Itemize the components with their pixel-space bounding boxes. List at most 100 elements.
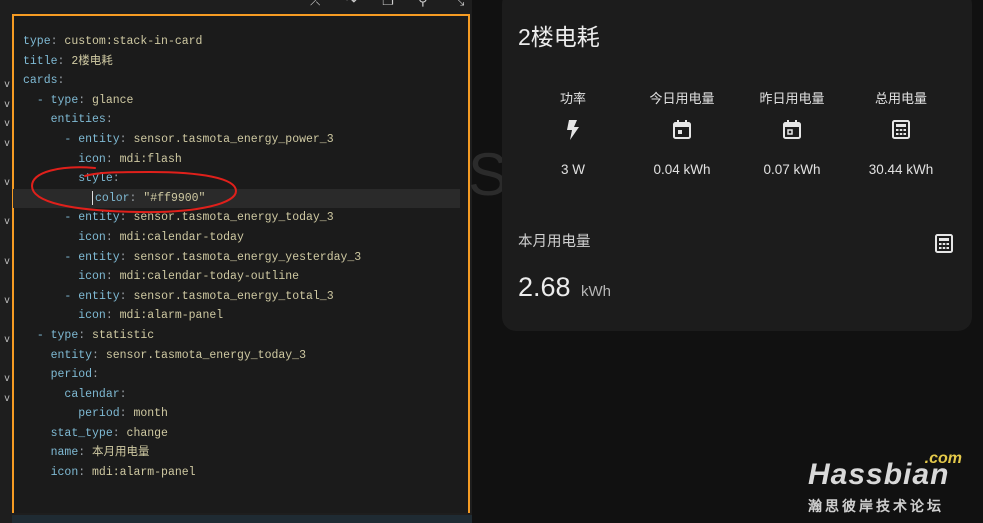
code-line[interactable]: name: 本月用电量 bbox=[23, 443, 460, 463]
statistic-unit: kWh bbox=[581, 283, 612, 300]
code-line[interactable]: type: custom:stack-in-card bbox=[23, 32, 460, 52]
code-line[interactable]: - entity: sensor.tasmota_energy_yesterda… bbox=[23, 248, 460, 268]
code-line[interactable]: icon: mdi:calendar-today-outline bbox=[23, 267, 460, 287]
fold-chevron-icon[interactable]: v bbox=[4, 334, 10, 345]
yaml-key: period bbox=[78, 407, 120, 421]
glance-item-total[interactable]: 总用电量 30.44 kWh bbox=[846, 88, 956, 177]
fold-chevron-icon[interactable]: v bbox=[4, 373, 10, 384]
fold-chevron-icon[interactable]: v bbox=[4, 295, 10, 306]
yaml-value: statistic bbox=[92, 328, 155, 342]
code-line[interactable]: icon: mdi:alarm-panel bbox=[23, 306, 460, 326]
yaml-value: month bbox=[133, 407, 168, 421]
yaml-value: 2楼电耗 bbox=[71, 54, 113, 68]
calendar-today-icon bbox=[627, 120, 737, 142]
yaml-key: name bbox=[50, 446, 79, 460]
code-line[interactable]: period: bbox=[23, 365, 460, 385]
watermark-brand: Hassbian bbox=[808, 458, 950, 491]
code-line[interactable]: color: "#ff9900" bbox=[13, 188, 460, 209]
fold-chevron-icon[interactable]: v bbox=[4, 256, 10, 267]
statistic-name: 本月用电量 bbox=[518, 234, 591, 250]
code-line[interactable]: icon: mdi:flash bbox=[23, 150, 460, 170]
yaml-value: sensor.tasmota_energy_power_3 bbox=[133, 132, 334, 146]
yaml-key: icon bbox=[78, 230, 106, 244]
collapse-icon[interactable]: ⤡ bbox=[454, 0, 468, 10]
fold-chevron-icon[interactable]: v bbox=[4, 216, 10, 227]
glance-label: 总用电量 bbox=[874, 91, 927, 106]
card-title: 2楼电耗 bbox=[518, 24, 600, 50]
yaml-value: sensor.tasmota_energy_today_3 bbox=[105, 348, 306, 362]
fold-chevron-icon[interactable]: v bbox=[4, 118, 10, 129]
glance-label: 今日用电量 bbox=[649, 91, 715, 106]
yaml-value: sensor.tasmota_energy_total_3 bbox=[133, 289, 334, 303]
fold-chevron-icon[interactable]: v bbox=[4, 393, 10, 404]
alarm-panel-icon bbox=[846, 120, 956, 142]
glance-value: 0.07 kWh bbox=[763, 162, 821, 177]
code-line[interactable]: title: 2楼电耗 bbox=[23, 52, 460, 72]
yaml-key: icon bbox=[78, 309, 106, 323]
code-line[interactable]: - type: glance bbox=[23, 91, 460, 111]
statistic-value-row[interactable]: 2.68 kWh bbox=[518, 272, 611, 303]
code-line[interactable]: - type: statistic bbox=[23, 326, 460, 346]
statistic-value: 2.68 bbox=[518, 272, 571, 302]
glance-item-yesterday[interactable]: 昨日用电量 0.07 kWh bbox=[737, 88, 847, 177]
list-dash: - bbox=[36, 328, 51, 342]
code-line[interactable]: - entity: sensor.tasmota_energy_today_3 bbox=[23, 208, 460, 228]
copy-icon[interactable]: ❐ bbox=[382, 0, 396, 10]
watermark-subtitle: 瀚思彼岸技术论坛 bbox=[808, 499, 944, 515]
yaml-value: sensor.tasmota_energy_today_3 bbox=[133, 211, 334, 225]
code-line[interactable]: cards: bbox=[23, 71, 460, 91]
yaml-key: entity bbox=[78, 132, 120, 146]
yaml-key: stat_type bbox=[50, 426, 113, 440]
alarm-panel-icon bbox=[934, 234, 954, 258]
code-line[interactable]: icon: mdi:alarm-panel bbox=[23, 463, 460, 483]
yaml-key: title bbox=[23, 54, 58, 68]
yaml-value: mdi:flash bbox=[119, 152, 182, 166]
list-dash: - bbox=[64, 289, 79, 303]
redo-icon[interactable]: ↷ bbox=[346, 0, 360, 10]
text-cursor bbox=[92, 190, 94, 205]
glance-item-today[interactable]: 今日用电量 0.04 kWh bbox=[627, 88, 737, 177]
yaml-key: entity bbox=[78, 211, 120, 225]
yaml-key: icon bbox=[78, 270, 106, 284]
yaml-key: type bbox=[23, 35, 51, 48]
code-line[interactable]: stat_type: change bbox=[23, 424, 460, 444]
fold-chevron-icon[interactable]: v bbox=[4, 99, 10, 110]
yaml-key: period bbox=[50, 368, 93, 382]
code-line[interactable]: - entity: sensor.tasmota_energy_power_3 bbox=[23, 130, 460, 150]
yaml-key: entity bbox=[78, 289, 120, 303]
code-line[interactable]: entities: bbox=[23, 110, 460, 130]
flash-icon bbox=[518, 120, 628, 142]
calendar-today-outline-icon bbox=[737, 120, 847, 142]
fold-chevron-icon[interactable]: v bbox=[4, 177, 10, 188]
glance-value: 0.04 kWh bbox=[653, 162, 711, 177]
yaml-value: glance bbox=[92, 93, 134, 107]
code-line[interactable]: entity: sensor.tasmota_energy_today_3 bbox=[23, 346, 460, 366]
code-line[interactable]: - entity: sensor.tasmota_energy_total_3 bbox=[23, 287, 460, 307]
yaml-key: type bbox=[50, 328, 79, 342]
code-line[interactable]: icon: mdi:calendar-today bbox=[23, 228, 460, 248]
code-line[interactable]: calendar: bbox=[23, 385, 460, 405]
code-content[interactable]: type: custom:stack-in-card title: 2楼电耗 car… bbox=[13, 32, 460, 483]
code-line[interactable]: period: month bbox=[23, 404, 460, 424]
yaml-key: entity bbox=[50, 348, 93, 362]
yaml-key: icon bbox=[50, 466, 79, 480]
fold-chevron-icon[interactable]: v bbox=[4, 79, 10, 90]
yaml-value: "#ff9900" bbox=[143, 191, 206, 205]
yaml-key: type bbox=[50, 93, 79, 107]
fold-chevron-icon[interactable]: v bbox=[4, 138, 10, 149]
format-icon[interactable]: ⤫ bbox=[310, 0, 324, 10]
yaml-value: change bbox=[126, 426, 168, 440]
yaml-key: icon bbox=[78, 152, 106, 166]
glance-item-power[interactable]: 功率 3 W bbox=[518, 88, 628, 177]
stack-in-card: 2楼电耗 功率 3 W 今日用电量 0.04 kWh 昨日用电量 0.07 kW… bbox=[502, 0, 972, 331]
code-line[interactable]: style: bbox=[23, 169, 460, 189]
yaml-value: custom:stack-in-card bbox=[64, 35, 203, 48]
list-dash: - bbox=[64, 250, 79, 264]
yaml-key: cards bbox=[23, 74, 58, 88]
glance-value: 30.44 kWh bbox=[868, 162, 934, 177]
horizontal-scrollbar[interactable] bbox=[12, 515, 472, 523]
yaml-value: mdi:alarm-panel bbox=[119, 309, 224, 323]
glance-label: 功率 bbox=[559, 91, 586, 106]
yaml-value: sensor.tasmota_energy_yesterday_3 bbox=[133, 250, 362, 264]
search-icon[interactable]: ⚲ bbox=[418, 0, 432, 10]
